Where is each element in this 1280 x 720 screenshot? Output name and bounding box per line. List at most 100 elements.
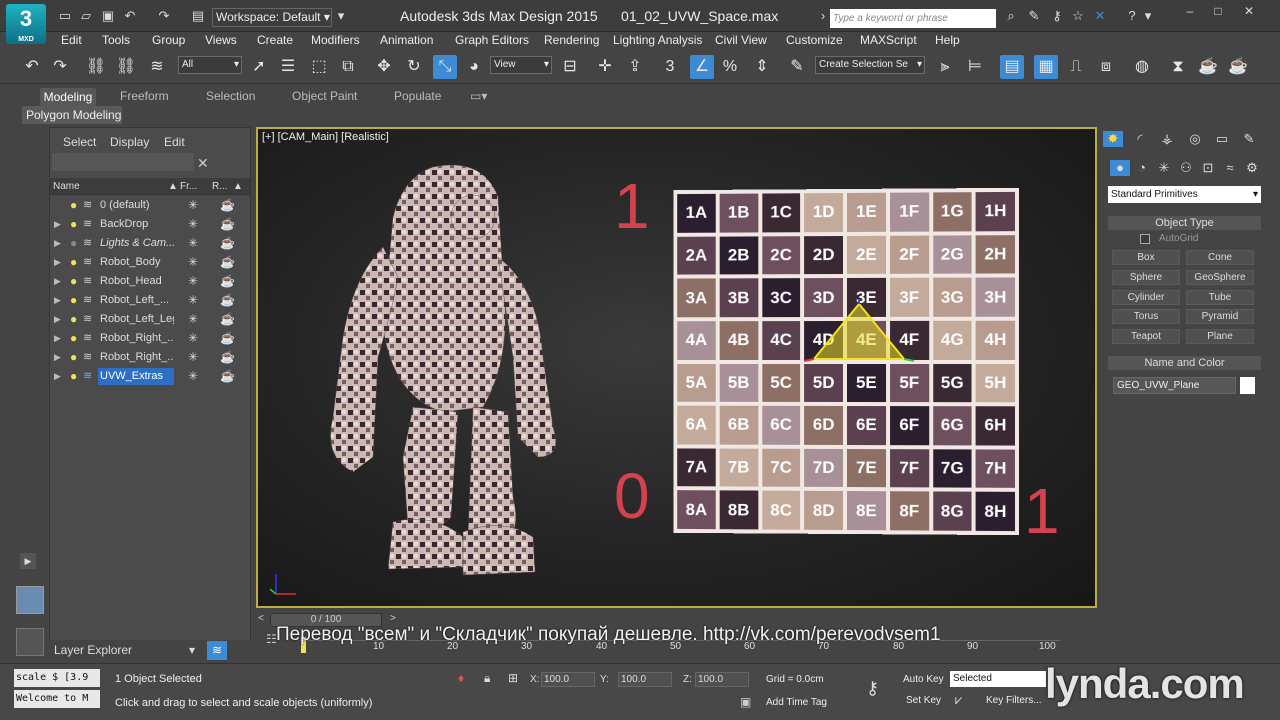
menu-lighting-analysis[interactable]: Lighting Analysis [613, 33, 702, 47]
object-type-rollout[interactable]: Object Type [1108, 216, 1261, 230]
primitive-category-dropdown[interactable]: Standard Primitives ▾ [1108, 186, 1261, 203]
lights-icon[interactable]: ✳ [1154, 160, 1174, 176]
maxscript-listener-input[interactable]: scale $ [3.9 [14, 669, 100, 687]
shapes-icon[interactable]: ◔ [1132, 160, 1152, 176]
render-production-icon[interactable]: ☕ [1226, 55, 1250, 79]
tube-button[interactable]: Tube [1186, 290, 1254, 305]
layer-row[interactable]: ▶ ● ≋ BackDrop ✳ ☕ [50, 215, 250, 234]
close-icon[interactable]: ✕ [197, 155, 209, 172]
key-filters-button[interactable]: Key Filters... [986, 695, 1042, 706]
bind-spacewarp-icon[interactable]: ≋ [145, 55, 169, 79]
place-icon[interactable]: ◕ [462, 55, 486, 79]
redo-toolbar-icon[interactable]: ↷ [48, 55, 72, 79]
create-tab-icon[interactable]: ✸ [1103, 131, 1123, 147]
close-button[interactable]: ✕ [1235, 4, 1263, 20]
box-button[interactable]: Box [1112, 250, 1180, 265]
redo-icon[interactable]: ↷ [156, 8, 172, 24]
named-selection-set-dropdown[interactable]: Create Selection Se ▾ [815, 56, 925, 74]
freeze-icon[interactable]: ✳ [188, 272, 198, 291]
infocenter-arrow-icon[interactable]: › [815, 8, 831, 24]
light-bulb-icon[interactable]: ● [70, 196, 77, 215]
plane-button[interactable]: Plane [1186, 329, 1254, 344]
favorites-star-icon[interactable]: ☆ [1070, 8, 1086, 24]
polygon-modeling-panel[interactable]: Polygon Modeling [22, 106, 122, 124]
column-name[interactable]: Name [53, 178, 80, 195]
menu-create[interactable]: Create [257, 33, 293, 47]
key-mode-icon[interactable]: ⩗ [955, 692, 962, 708]
layer-row[interactable]: ▶ ● ≋ Robot_Head ✳ ☕ [50, 272, 250, 291]
isolate-selection-icon[interactable]: ♦ [458, 671, 464, 685]
light-bulb-icon[interactable]: ● [70, 291, 77, 310]
explorer-search-input[interactable] [52, 153, 194, 171]
spinner-snap-icon[interactable]: ⇕ [750, 55, 774, 79]
menu-customize[interactable]: Customize [786, 33, 843, 47]
tab-populate[interactable]: Populate [394, 89, 441, 103]
save-icon[interactable]: ▣ [100, 8, 116, 24]
layer-row[interactable]: ▶ ● ≋ Robot_Left_Leg ✳ ☕ [50, 310, 250, 329]
key-search-icon[interactable]: ⚷ [1049, 8, 1065, 24]
select-manipulate-icon[interactable]: ✛ [593, 55, 617, 79]
menu-modifiers[interactable]: Modifiers [311, 33, 360, 47]
freeze-icon[interactable]: ✳ [188, 310, 198, 329]
renderable-teapot-icon[interactable]: ☕ [220, 310, 235, 329]
selection-filter-dropdown[interactable]: All ▾ [178, 56, 242, 74]
freeze-icon[interactable]: ✳ [188, 215, 198, 234]
tab-selection[interactable]: Selection [206, 89, 255, 103]
geometry-icon[interactable]: ● [1110, 160, 1130, 176]
spacewarps-icon[interactable]: ≈ [1220, 160, 1240, 176]
unlink-icon[interactable]: ⛓ [114, 55, 138, 79]
renderable-teapot-icon[interactable]: ☕ [220, 253, 235, 272]
layer-row[interactable]: ▶ ● ≋ Robot_Right_... ✳ ☕ [50, 329, 250, 348]
tab-freeform[interactable]: Freeform [120, 89, 169, 103]
expand-arrow-icon[interactable]: ▶ [54, 367, 61, 386]
object-name-input[interactable]: GEO_UVW_Plane [1113, 377, 1236, 394]
expand-arrow-icon[interactable]: ▶ [54, 291, 61, 310]
selection-lock-icon[interactable]: 🔒︎ [484, 671, 490, 686]
workspace-arrow-icon[interactable]: ▾ [333, 8, 349, 24]
autogrid-checkbox[interactable] [1140, 234, 1150, 244]
auto-key-button[interactable]: Auto Key [903, 674, 944, 685]
modify-tab-icon[interactable]: ◜ [1130, 131, 1150, 147]
menu-graph-editors[interactable]: Graph Editors [455, 33, 529, 47]
renderable-teapot-icon[interactable]: ☕ [220, 272, 235, 291]
angle-snap-icon[interactable]: ∠ [690, 55, 714, 79]
renderable-teapot-icon[interactable]: ☕ [220, 329, 235, 348]
help-search-input[interactable]: Type a keyword or phrase [830, 9, 996, 28]
expand-arrow-icon[interactable]: ▶ [54, 215, 61, 234]
layer-row[interactable]: ● ≋ 0 (default) ✳ ☕ [50, 196, 250, 215]
helpers-icon[interactable]: ⊡ [1198, 160, 1218, 176]
maxscript-output[interactable]: Welcome to M [14, 690, 100, 708]
layer-row-selected[interactable]: ▶ ● ≋ UVW_Extras ✳ ☕ [50, 367, 250, 386]
layer-explorer-icon[interactable]: ▦ [1034, 55, 1058, 79]
expand-arrow-icon[interactable]: ▶ [54, 348, 61, 367]
pyramid-button[interactable]: Pyramid [1186, 309, 1254, 324]
x-coord-input[interactable]: 100.0 [541, 672, 595, 687]
new-file-icon[interactable]: ▭ [57, 8, 73, 24]
percent-snap-icon[interactable]: % [718, 55, 742, 79]
align-icon[interactable]: ⊨ [963, 55, 987, 79]
workspace-dropdown[interactable]: Workspace: Default ▾ [212, 8, 332, 27]
scale-gizmo[interactable] [804, 299, 914, 369]
display-tab-icon[interactable]: ▭ [1212, 131, 1232, 147]
hierarchy-tab-icon[interactable]: ⚶ [1157, 131, 1177, 147]
menu-tools[interactable]: Tools [102, 33, 130, 47]
mirror-icon[interactable]: ⫸ [933, 55, 957, 79]
freeze-icon[interactable]: ✳ [188, 234, 198, 253]
motion-tab-icon[interactable]: ◎ [1185, 131, 1205, 147]
reference-coordinate-dropdown[interactable]: View ▾ [490, 56, 552, 74]
previous-frame-icon[interactable]: < [258, 613, 264, 624]
scene-explorer-tab-icon[interactable] [16, 586, 44, 614]
column-freeze[interactable]: Fr... [180, 178, 197, 195]
pivot-center-icon[interactable]: ⊟ [558, 55, 582, 79]
project-folder-icon[interactable]: ▤ [190, 8, 206, 24]
explorer-menu-select[interactable]: Select [63, 135, 96, 149]
render-setup-icon[interactable]: ⧗ [1166, 55, 1190, 79]
material-editor-icon[interactable]: ◍ [1130, 55, 1154, 79]
open-folder-icon[interactable]: ▱ [78, 8, 94, 24]
y-coord-input[interactable]: 100.0 [618, 672, 672, 687]
menu-animation[interactable]: Animation [380, 33, 433, 47]
freeze-icon[interactable]: ✳ [188, 196, 198, 215]
layer-row[interactable]: ▶ ● ≋ Robot_Right_... ✳ ☕ [50, 348, 250, 367]
time-tag-icon[interactable]: ▣ [740, 695, 751, 709]
select-object-icon[interactable]: ➚ [247, 55, 271, 79]
